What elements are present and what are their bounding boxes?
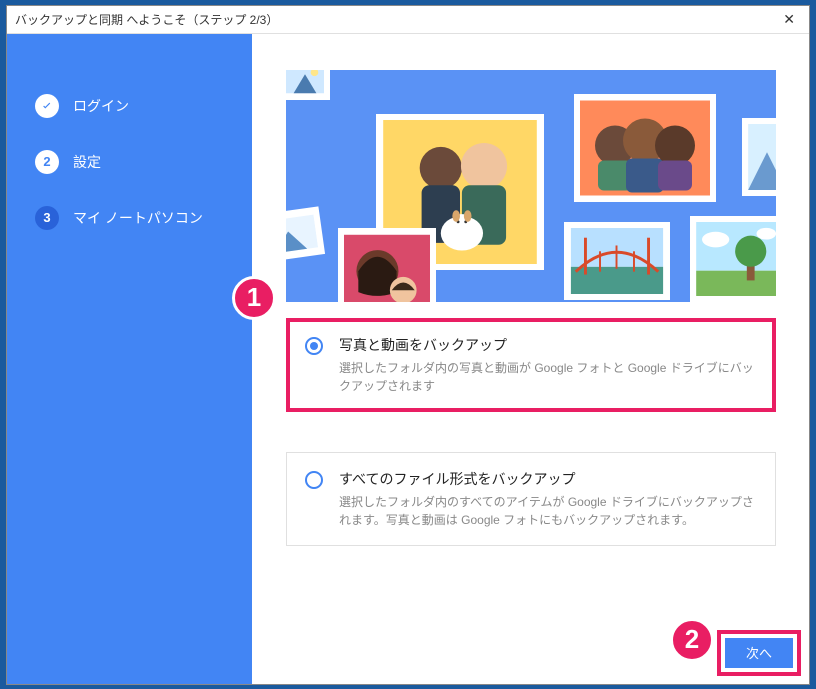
radio-selected-icon	[305, 337, 323, 355]
option-text: 写真と動画をバックアップ 選択したフォルダ内の写真と動画が Google フォト…	[339, 335, 757, 395]
radio-unselected-icon	[305, 471, 323, 489]
step-settings: 2 設定	[35, 150, 252, 174]
step-label: 設定	[73, 152, 101, 172]
option-desc: 選択したフォルダ内のすべてのアイテムが Google ドライブにバックアップされ…	[339, 493, 757, 529]
option-photos-videos[interactable]: 写真と動画をバックアップ 選択したフォルダ内の写真と動画が Google フォト…	[286, 318, 776, 412]
hero-illustration	[286, 70, 776, 302]
annotation-badge-2: 2	[670, 618, 714, 662]
option-all-files[interactable]: すべてのファイル形式をバックアップ 選択したフォルダ内のすべてのアイテムが Go…	[286, 452, 776, 546]
step-login: ログイン	[35, 94, 252, 118]
dialog-body: ログイン 2 設定 3 マイ ノートパソコン	[7, 34, 809, 684]
dialog-window: バックアップと同期 へようこそ（ステップ 2/3） ✕ ログイン 2 設定 3 …	[6, 5, 810, 685]
check-icon	[35, 94, 59, 118]
annotation-badge-1: 1	[232, 276, 276, 320]
option-title: すべてのファイル形式をバックアップ	[339, 469, 757, 489]
titlebar: バックアップと同期 へようこそ（ステップ 2/3） ✕	[7, 6, 809, 34]
step-label: ログイン	[73, 96, 129, 116]
sidebar: ログイン 2 設定 3 マイ ノートパソコン	[7, 34, 252, 684]
backup-options: 写真と動画をバックアップ 選択したフォルダ内の写真と動画が Google フォト…	[286, 318, 776, 546]
main-content: 写真と動画をバックアップ 選択したフォルダ内の写真と動画が Google フォト…	[252, 34, 809, 684]
step-number-icon: 2	[35, 150, 59, 174]
step-computer: 3 マイ ノートパソコン	[35, 206, 252, 230]
step-label: マイ ノートパソコン	[73, 208, 203, 228]
next-button[interactable]: 次へ	[725, 638, 793, 668]
close-button[interactable]: ✕	[777, 11, 801, 28]
option-text: すべてのファイル形式をバックアップ 選択したフォルダ内のすべてのアイテムが Go…	[339, 469, 757, 529]
option-title: 写真と動画をバックアップ	[339, 335, 757, 355]
window-title: バックアップと同期 へようこそ（ステップ 2/3）	[15, 11, 278, 28]
option-desc: 選択したフォルダ内の写真と動画が Google フォトと Google ドライブ…	[339, 359, 757, 395]
step-number-icon: 3	[35, 206, 59, 230]
next-button-highlight: 次へ	[717, 630, 801, 676]
